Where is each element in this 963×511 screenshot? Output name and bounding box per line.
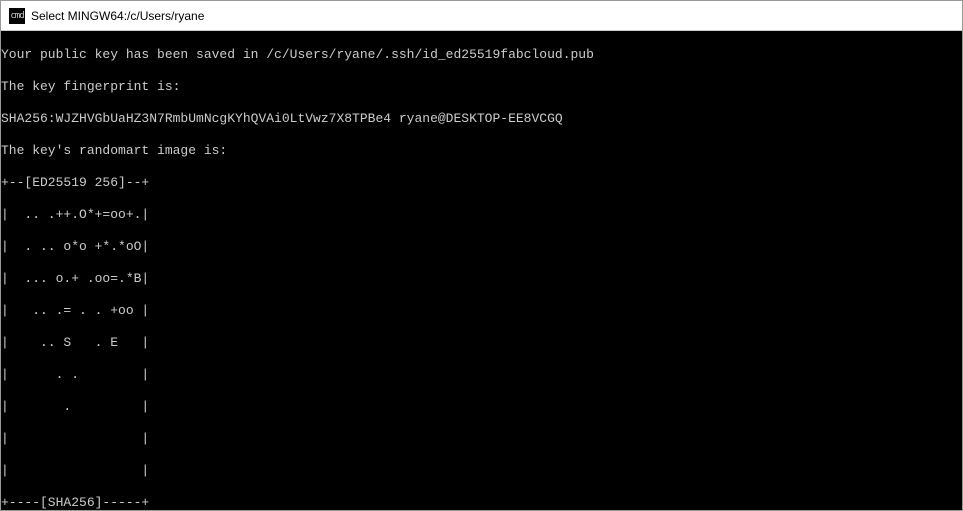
terminal-body[interactable]: Your public key has been saved in /c/Use…	[1, 31, 962, 510]
randomart-line: | . |	[1, 399, 962, 415]
randomart-line: +--[ED25519 256]--+	[1, 175, 962, 191]
randomart-line: | ... o.+ .oo=.*B|	[1, 271, 962, 287]
randomart-line: | .. .++.O*+=oo+.|	[1, 207, 962, 223]
randomart-line: | |	[1, 431, 962, 447]
output-line: SHA256:WJZHVGbUaHZ3N7RmbUmNcgKYhQVAi0LtV…	[1, 111, 962, 127]
randomart-line: | . .. o*o +*.*oO|	[1, 239, 962, 255]
randomart-line: | . . |	[1, 367, 962, 383]
randomart-line: | |	[1, 463, 962, 479]
output-line: The key's randomart image is:	[1, 143, 962, 159]
cmd-icon: cmd	[9, 8, 25, 24]
output-line: Your public key has been saved in /c/Use…	[1, 47, 962, 63]
output-line: The key fingerprint is:	[1, 79, 962, 95]
terminal-window: cmd Select MINGW64:/c/Users/ryane Your p…	[0, 0, 963, 511]
window-title: Select MINGW64:/c/Users/ryane	[31, 9, 204, 23]
title-bar[interactable]: cmd Select MINGW64:/c/Users/ryane	[1, 1, 962, 31]
randomart-line: +----[SHA256]-----+	[1, 495, 962, 510]
randomart-line: | .. S . E |	[1, 335, 962, 351]
randomart-line: | .. .= . . +oo |	[1, 303, 962, 319]
